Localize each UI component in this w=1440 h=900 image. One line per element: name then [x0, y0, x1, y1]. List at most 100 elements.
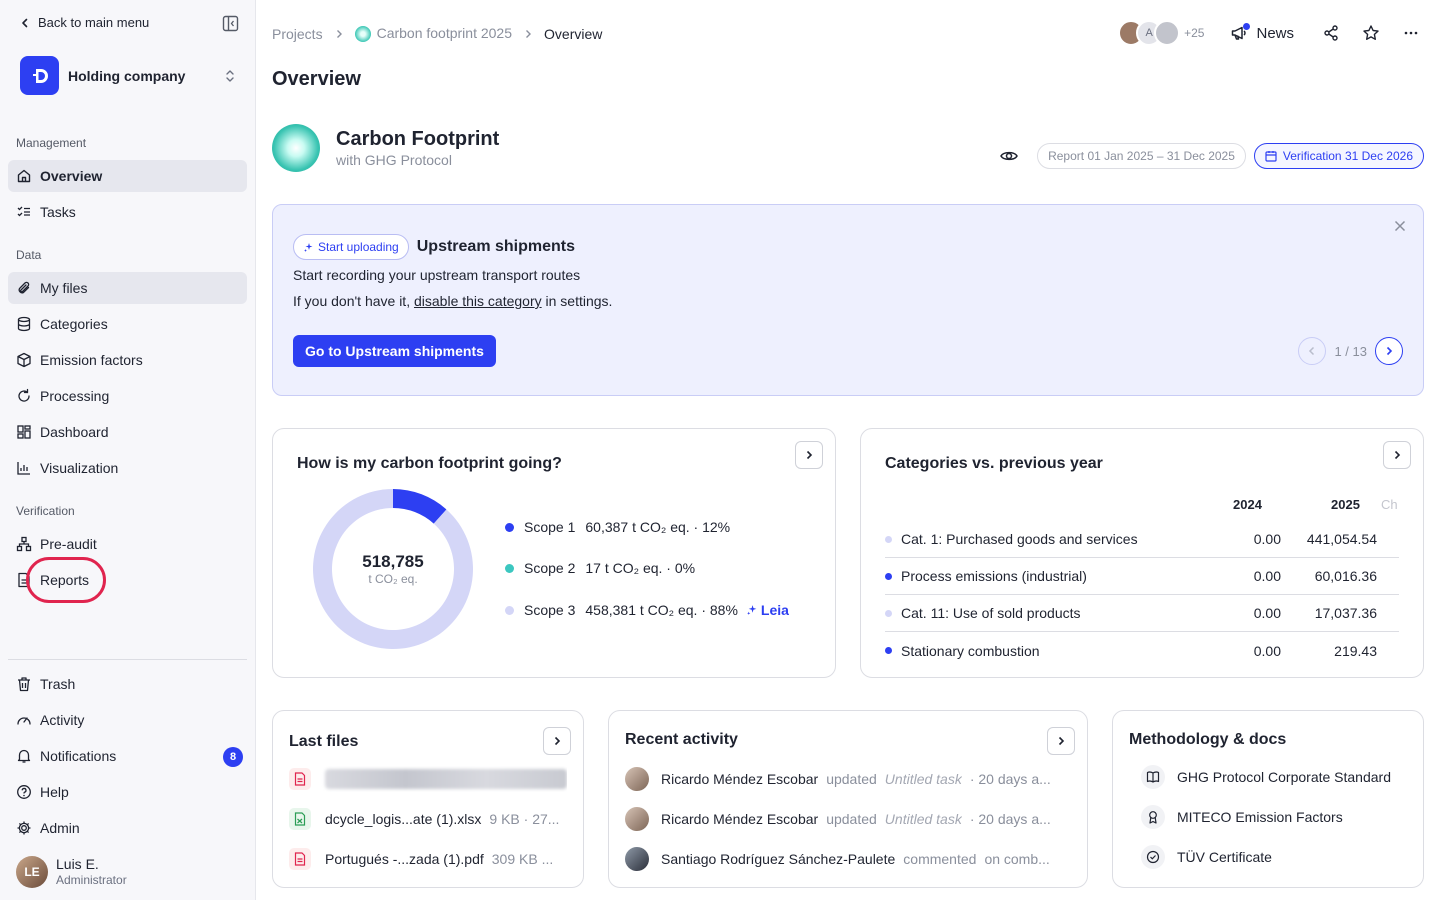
activity-item[interactable]: Ricardo Méndez Escobar updated Untitled … [625, 766, 1073, 792]
category-2025: 17,037.36 [1314, 605, 1377, 621]
sidebar-item-my-files[interactable]: My files [8, 272, 247, 304]
category-name: Cat. 11: Use of sold products [901, 605, 1081, 621]
donut-total: 518,785 [362, 552, 424, 571]
scope-name: Scope 1 [524, 519, 576, 535]
sidebar-item-label: Admin [40, 820, 80, 836]
refresh-icon [16, 388, 32, 404]
sidebar-item-activity[interactable]: Activity [8, 704, 247, 736]
sidebar-item-overview[interactable]: Overview [8, 160, 247, 192]
doc-link-miteco[interactable]: MITECO Emission Factors [1141, 805, 1343, 829]
last-files-card: Last files dcycle_logis...ate (1).xlsx 9… [272, 710, 584, 888]
scope-1-dot [505, 522, 514, 532]
sidebar-item-categories[interactable]: Categories [8, 308, 247, 340]
book-icon [1141, 765, 1165, 789]
back-to-main-menu[interactable]: Back to main menu [20, 15, 149, 30]
share-icon[interactable] [1322, 24, 1340, 42]
footprint-card-title: How is my carbon footprint going? [297, 455, 562, 472]
categories-card-open-button[interactable] [1383, 441, 1411, 469]
avatar [625, 767, 649, 791]
header-actions: A +25 News [1118, 20, 1420, 46]
category-row[interactable]: Cat. 11: Use of sold products 0.00 17,03… [885, 595, 1399, 632]
sidebar-item-visualization[interactable]: Visualization [8, 452, 247, 484]
sidebar-item-admin[interactable]: Admin [8, 812, 247, 844]
file-row[interactable]: Portugués -...zada (1).pdf 309 KB ... [289, 846, 567, 872]
category-row[interactable]: Process emissions (industrial) 0.00 60,0… [885, 558, 1399, 595]
sidebar-item-tasks[interactable]: Tasks [8, 196, 247, 228]
report-period-pill[interactable]: Report 01 Jan 2025 – 31 Dec 2025 [1037, 143, 1246, 169]
collapse-sidebar-icon[interactable] [222, 15, 239, 32]
user-profile[interactable]: LE Luis E. Administrator [16, 856, 127, 888]
scope-name: Scope 2 [524, 560, 576, 576]
eye-icon[interactable] [999, 146, 1019, 166]
category-row[interactable]: Cat. 1: Purchased goods and services 0.0… [885, 521, 1399, 558]
breadcrumb-project[interactable]: Carbon footprint 2025 [354, 25, 512, 43]
logo-mark-icon [32, 68, 48, 83]
breadcrumb-current: Overview [544, 25, 603, 42]
sidebar-item-emission-factors[interactable]: Emission factors [8, 344, 247, 376]
category-dot [885, 647, 892, 654]
star-icon[interactable] [1362, 24, 1380, 42]
category-row[interactable]: Stationary combustion 0.00 219.43 [885, 632, 1399, 669]
sidebar-item-processing[interactable]: Processing [8, 380, 247, 412]
go-to-upstream-button[interactable]: Go to Upstream shipments [293, 335, 496, 367]
recent-activity-title: Recent activity [625, 731, 738, 748]
sidebar-item-dashboard[interactable]: Dashboard [8, 416, 247, 448]
recent-activity-open-button[interactable] [1047, 727, 1075, 755]
activity-verb: updated [826, 771, 877, 787]
sidebar-item-notifications[interactable]: Notifications 8 [8, 740, 247, 772]
leia-label: Leia [760, 602, 789, 618]
bell-icon [16, 748, 32, 764]
chevron-right-icon [554, 736, 561, 746]
avatar: LE [16, 856, 48, 888]
last-files-open-button[interactable] [543, 727, 571, 755]
breadcrumb-projects[interactable]: Projects [272, 26, 323, 42]
project-subtitle: with GHG Protocol [336, 152, 452, 168]
sidebar-item-label: Overview [40, 168, 103, 184]
category-name: Stationary combustion [901, 642, 1040, 659]
sidebar-item-help[interactable]: Help [8, 776, 247, 808]
activity-user: Ricardo Méndez Escobar [661, 811, 819, 827]
sidebar-item-trash[interactable]: Trash [8, 668, 247, 700]
category-dot [885, 572, 892, 580]
scope-value: 60,387 t CO₂ eq. · 12% [585, 519, 731, 535]
file-meta: 309 KB ... [491, 851, 554, 867]
banner-hint-after: in settings. [545, 293, 613, 309]
banner-description: Start recording your upstream transport … [293, 267, 581, 283]
news-button[interactable]: News [1230, 23, 1294, 42]
sidebar-item-label: Tasks [40, 204, 76, 220]
file-row[interactable]: dcycle_logis...ate (1).xlsx 9 KB · 27... [289, 806, 567, 832]
pager-prev-button[interactable] [1298, 337, 1327, 365]
category-2025: 441,054.54 [1306, 531, 1377, 547]
activity-item[interactable]: Santiago Rodríguez Sánchez-Paulete comme… [625, 846, 1073, 872]
chevron-right-icon [1394, 450, 1401, 460]
gear-icon [16, 820, 32, 836]
activity-verb: updated [826, 811, 877, 827]
disable-category-link[interactable]: disable this category [414, 293, 542, 309]
category-dot [885, 609, 892, 617]
last-files-title: Last files [289, 733, 359, 750]
category-2024: 0.00 [1253, 605, 1281, 621]
back-label: Back to main menu [38, 15, 150, 30]
doc-link-ghg[interactable]: GHG Protocol Corporate Standard [1141, 765, 1391, 789]
verification-pill[interactable]: Verification 31 Dec 2026 [1253, 143, 1424, 169]
member-avatars[interactable]: A +25 [1118, 20, 1204, 46]
scope-value: 17 t CO₂ eq. · 0% [585, 560, 696, 576]
activity-item[interactable]: Ricardo Méndez Escobar updated Untitled … [625, 806, 1073, 832]
org-switcher[interactable]: Holding company [20, 56, 236, 95]
home-icon [16, 168, 32, 184]
chevron-left-icon [22, 18, 28, 27]
member-avatar [1154, 20, 1181, 46]
chevron-right-icon [1058, 736, 1065, 746]
start-uploading-chip[interactable]: Start uploading [293, 234, 409, 260]
sidebar-item-pre-audit[interactable]: Pre-audit [8, 528, 247, 560]
leia-link[interactable]: Leia [746, 602, 789, 618]
close-icon[interactable] [1393, 219, 1407, 233]
more-icon[interactable] [1402, 24, 1420, 42]
footprint-card-open-button[interactable] [795, 441, 823, 469]
file-row[interactable] [289, 766, 567, 792]
column-2025: 2025 [1331, 497, 1360, 512]
pager-next-button[interactable] [1375, 337, 1403, 365]
scope-3-dot [505, 605, 514, 615]
doc-link-tuv[interactable]: TÜV Certificate [1141, 845, 1272, 869]
banner-pager: 1 / 13 [1298, 337, 1403, 365]
